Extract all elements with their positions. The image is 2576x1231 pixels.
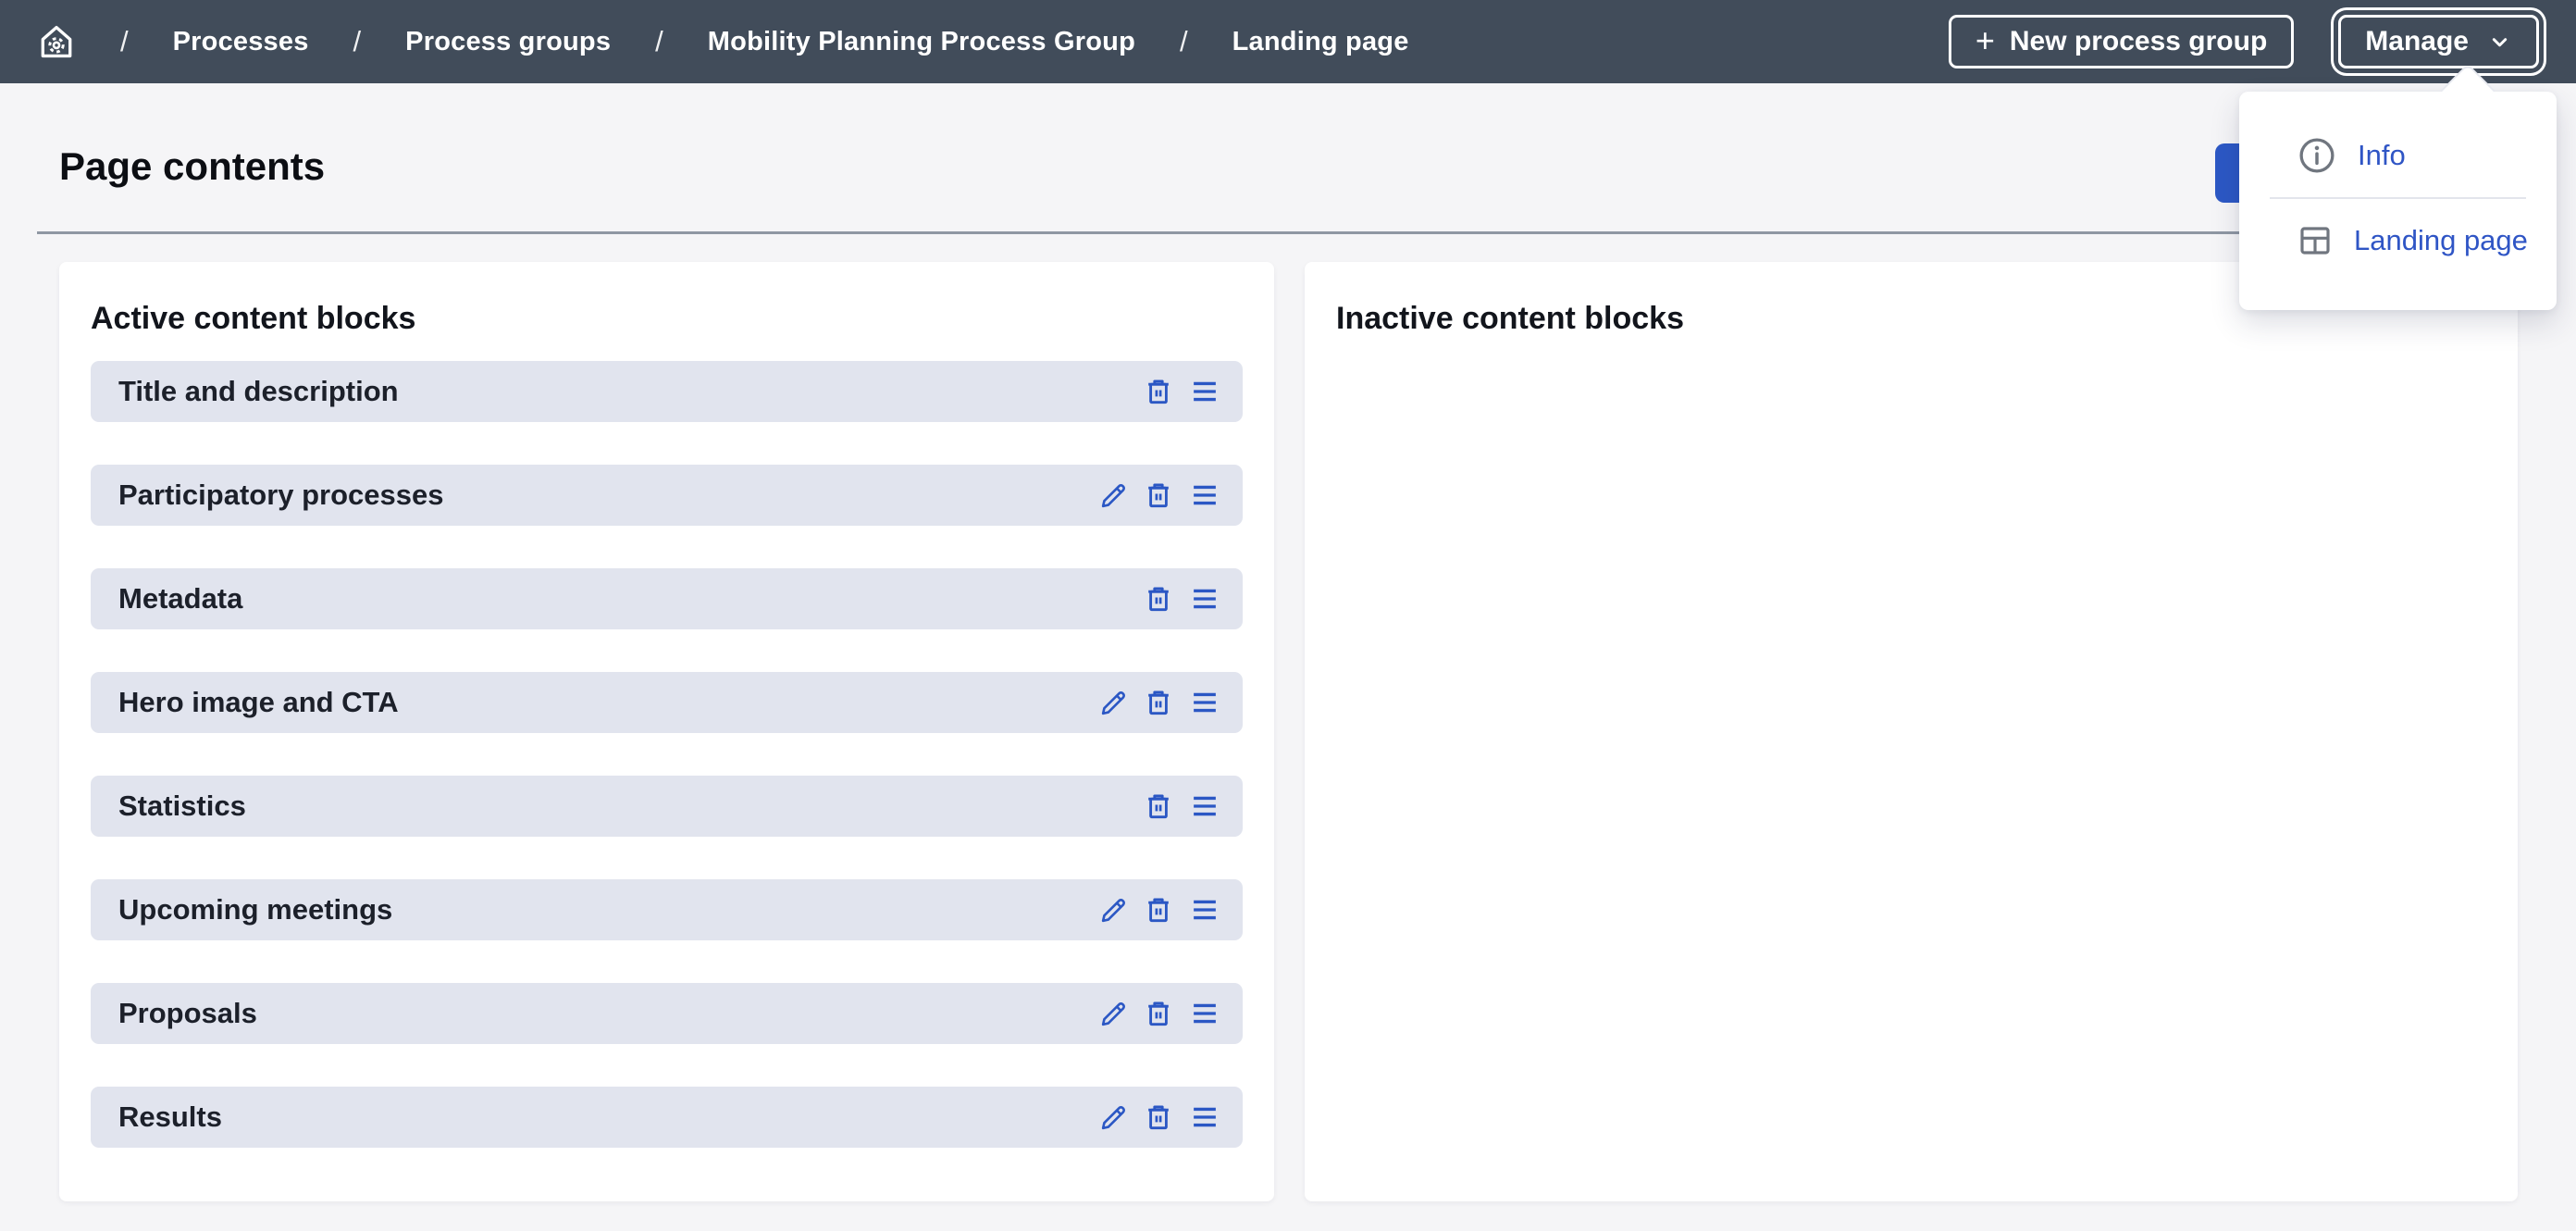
content-block-label: Statistics: [118, 790, 246, 823]
drag-handle-icon[interactable]: [1187, 1100, 1222, 1135]
content-block-row[interactable]: Upcoming meetings: [91, 879, 1243, 940]
drag-handle-icon[interactable]: [1187, 685, 1222, 720]
dropdown-item-landing-page[interactable]: Landing page: [2239, 199, 2557, 282]
breadcrumb-separator: /: [1180, 25, 1188, 58]
drag-handle-icon[interactable]: [1187, 789, 1222, 824]
active-panel-title: Active content blocks: [91, 301, 1243, 337]
content-block-actions: [1097, 685, 1222, 720]
drag-handle-icon[interactable]: [1187, 374, 1222, 409]
content-block-actions: [1142, 789, 1222, 824]
drag-handle-icon[interactable]: [1187, 892, 1222, 927]
drag-handle-icon[interactable]: [1187, 581, 1222, 616]
content-block-label: Title and description: [118, 375, 399, 408]
edit-icon[interactable]: [1097, 687, 1130, 719]
content-block-row[interactable]: Statistics: [91, 776, 1243, 837]
content-block-actions: [1097, 478, 1222, 513]
content-block-row[interactable]: Proposals: [91, 983, 1243, 1044]
edit-icon[interactable]: [1097, 479, 1130, 512]
content-block-actions: [1142, 374, 1222, 409]
delete-icon[interactable]: [1142, 375, 1175, 408]
manage-button[interactable]: Manage: [2338, 15, 2539, 68]
landing-page-icon: [2297, 222, 2334, 259]
edit-icon[interactable]: [1097, 998, 1130, 1030]
breadcrumb-link[interactable]: Processes: [173, 27, 309, 57]
active-blocks-list: Title and description Participatory proc…: [91, 361, 1243, 1148]
manage-dropdown-menu: Info Landing page: [2239, 92, 2557, 310]
content-block-label: Upcoming meetings: [118, 893, 392, 926]
delete-icon[interactable]: [1142, 479, 1175, 512]
content-block-actions: [1097, 996, 1222, 1031]
delete-icon[interactable]: [1142, 997, 1175, 1030]
breadcrumb-link[interactable]: Landing page: [1232, 27, 1409, 57]
content-block-row[interactable]: Title and description: [91, 361, 1243, 422]
delete-icon[interactable]: [1142, 1100, 1175, 1134]
breadcrumb: / Processes / Process groups / Mobility Plann…: [37, 22, 1409, 61]
drag-handle-icon[interactable]: [1187, 996, 1222, 1031]
content-block-actions: [1142, 581, 1222, 616]
chevron-down-icon: [2487, 30, 2512, 55]
content-block-row[interactable]: Metadata: [91, 568, 1243, 629]
delete-icon[interactable]: [1142, 686, 1175, 719]
content-block-label: Results: [118, 1100, 222, 1134]
drag-handle-icon[interactable]: [1187, 478, 1222, 513]
dropdown-item-info[interactable]: Info: [2239, 114, 2557, 197]
page-title: Page contents: [59, 144, 325, 189]
home-link[interactable]: [37, 22, 76, 61]
breadcrumb-link[interactable]: Mobility Planning Process Group: [708, 27, 1135, 57]
header-divider: [37, 231, 2539, 234]
breadcrumb-items: / Processes / Process groups / Mobility Plann…: [120, 25, 1409, 58]
breadcrumb-separator: /: [353, 25, 362, 58]
plus-icon: +: [1975, 24, 1995, 57]
content-block-actions: [1097, 1100, 1222, 1135]
topbar-actions: + New process group Manage: [1949, 15, 2539, 68]
breadcrumb-separator: /: [120, 25, 129, 58]
content-block-row[interactable]: Results: [91, 1087, 1243, 1148]
inactive-content-blocks-panel: Inactive content blocks: [1305, 262, 2518, 1201]
edit-icon[interactable]: [1097, 894, 1130, 926]
edit-icon[interactable]: [1097, 1101, 1130, 1134]
content-block-actions: [1097, 892, 1222, 927]
delete-icon[interactable]: [1142, 893, 1175, 926]
breadcrumb-separator: /: [655, 25, 663, 58]
active-content-blocks-panel: Active content blocks Title and descript…: [59, 262, 1274, 1201]
info-icon: [2297, 135, 2337, 176]
content-block-label: Metadata: [118, 582, 242, 616]
content-block-label: Proposals: [118, 997, 257, 1030]
content-block-label: Hero image and CTA: [118, 686, 399, 719]
topbar: / Processes / Process groups / Mobility Plann…: [0, 0, 2576, 83]
breadcrumb-link[interactable]: Process groups: [405, 27, 611, 57]
delete-icon[interactable]: [1142, 790, 1175, 823]
content-block-row[interactable]: Participatory processes: [91, 465, 1243, 526]
new-process-group-button[interactable]: + New process group: [1949, 15, 2294, 68]
content-block-row[interactable]: Hero image and CTA: [91, 672, 1243, 733]
home-gear-icon: [37, 22, 76, 61]
content-block-label: Participatory processes: [118, 479, 444, 512]
delete-icon[interactable]: [1142, 582, 1175, 616]
